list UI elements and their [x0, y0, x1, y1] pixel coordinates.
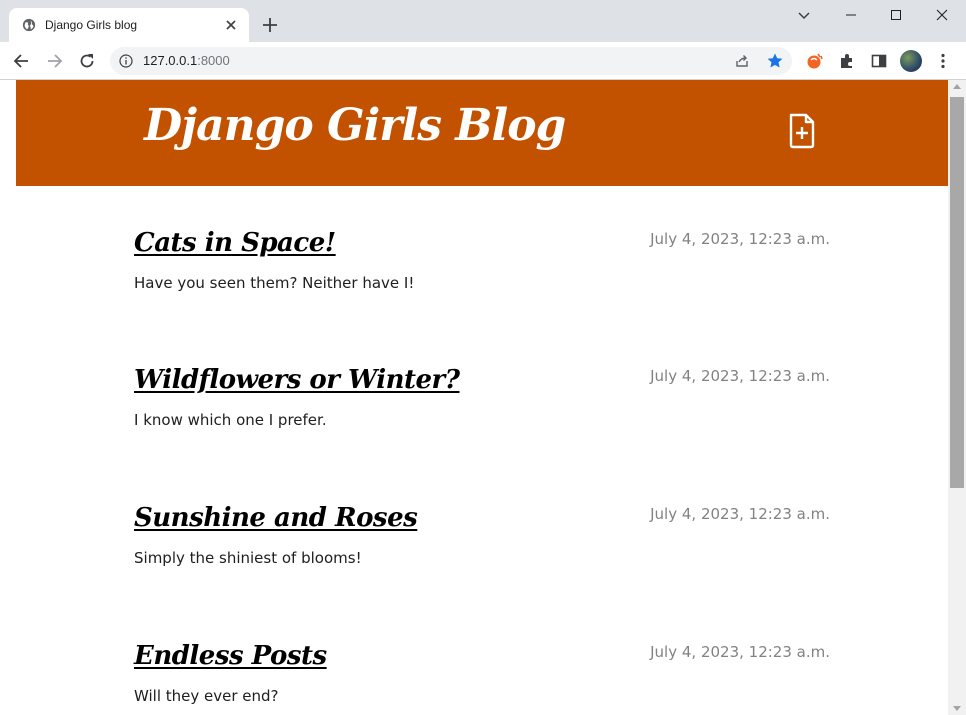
scroll-up-arrow-icon[interactable] [953, 84, 961, 89]
close-window-icon[interactable] [934, 7, 950, 23]
post-title-link[interactable]: Cats in Space! [134, 228, 336, 258]
post-date: July 4, 2023, 12:23 a.m. [650, 367, 830, 385]
back-icon[interactable] [12, 51, 32, 71]
forward-icon[interactable] [44, 51, 64, 71]
page-header: Django Girls Blog [16, 80, 948, 186]
file-plus-icon[interactable] [787, 112, 817, 150]
tab-search-chevron-icon[interactable] [796, 7, 812, 23]
post-item: Sunshine and Roses July 4, 2023, 12:23 a… [134, 503, 834, 593]
post-excerpt: I know which one I prefer. [134, 411, 327, 429]
post-date: July 4, 2023, 12:23 a.m. [650, 643, 830, 661]
url-port: :8000 [197, 53, 230, 68]
post-item: Wildflowers or Winter? July 4, 2023, 12:… [134, 365, 834, 455]
post-item: Endless Posts July 4, 2023, 12:23 a.m. W… [134, 641, 834, 715]
profile-avatar[interactable] [900, 50, 922, 72]
post-title-link[interactable]: Wildflowers or Winter? [134, 365, 460, 395]
post-title-link[interactable]: Endless Posts [134, 641, 327, 671]
post-excerpt: Have you seen them? Neither have I! [134, 274, 415, 292]
tab-strip: Django Girls blog [0, 0, 966, 42]
vertical-scrollbar[interactable] [948, 80, 966, 715]
info-icon[interactable] [119, 54, 133, 68]
post-excerpt: Simply the shiniest of blooms! [134, 549, 362, 567]
post-item: Cats in Space! July 4, 2023, 12:23 a.m. … [134, 228, 834, 318]
close-tab-icon[interactable] [223, 17, 239, 33]
tab-django-girls-blog[interactable]: Django Girls blog [9, 8, 249, 42]
globe-icon [22, 18, 36, 32]
maximize-icon[interactable] [888, 7, 904, 23]
post-date: July 4, 2023, 12:23 a.m. [650, 505, 830, 523]
share-icon[interactable] [734, 53, 750, 69]
url-host: 127.0.0.1 [143, 53, 198, 68]
new-tab-icon[interactable] [261, 16, 279, 34]
post-excerpt: Will they ever end? [134, 687, 279, 705]
url-text: 127.0.0.1:8000 [143, 53, 230, 68]
page-viewport: Django Girls Blog Cats in Space! July 4,… [16, 80, 948, 715]
tab-title: Django Girls blog [45, 18, 138, 32]
post-title-link[interactable]: Sunshine and Roses [134, 503, 418, 533]
menu-kebab-icon[interactable] [933, 51, 953, 71]
post-date: July 4, 2023, 12:23 a.m. [650, 230, 830, 248]
address-bar[interactable]: 127.0.0.1:8000 [110, 47, 792, 75]
site-title-link[interactable]: Django Girls Blog [144, 100, 566, 151]
minimize-icon[interactable] [843, 7, 859, 23]
browser-toolbar: 127.0.0.1:8000 [0, 42, 966, 80]
brave-extension-icon[interactable] [805, 51, 825, 71]
bookmark-star-icon[interactable] [766, 52, 784, 70]
scroll-down-arrow-icon[interactable] [953, 706, 961, 711]
extensions-puzzle-icon[interactable] [837, 51, 857, 71]
reload-icon[interactable] [77, 51, 97, 71]
side-panel-icon[interactable] [869, 51, 889, 71]
scrollbar-thumb[interactable] [950, 97, 964, 488]
